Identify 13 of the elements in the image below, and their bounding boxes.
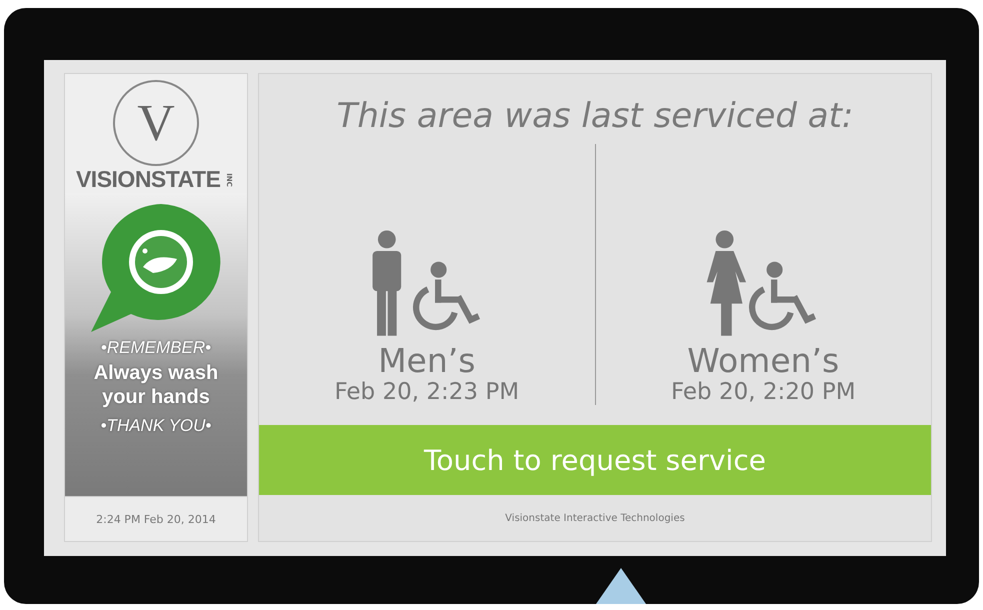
restroom-label: Women’s	[687, 342, 840, 379]
brand-name: VISIONSTATE	[76, 166, 220, 193]
heading: This area was last serviced at:	[336, 95, 854, 136]
reminder-message: Always wash your hands	[94, 361, 218, 409]
footer-text: Visionstate Interactive Technologies	[504, 512, 686, 526]
service-time: Feb 20, 2:20 PM	[670, 379, 856, 405]
triangle-marker-icon	[596, 568, 646, 604]
restroom-label: Men’s	[378, 342, 476, 379]
service-time: Feb 20, 2:23 PM	[334, 379, 520, 405]
request-service-button[interactable]: Touch to request service	[259, 425, 931, 495]
reminder-thanks: •THANK YOU•	[100, 416, 212, 436]
reminder-title: •REMEMBER•	[100, 338, 212, 358]
logo-mark: V	[113, 80, 199, 166]
